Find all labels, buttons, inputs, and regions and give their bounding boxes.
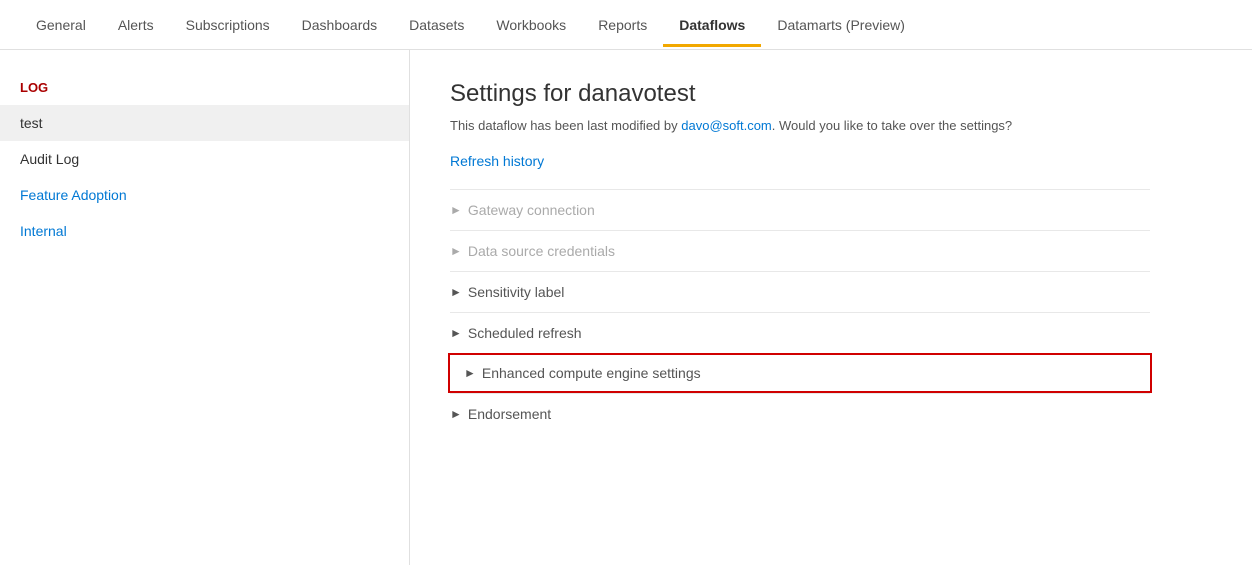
subtitle-before-link: This dataflow has been last modified by [450, 118, 681, 133]
tab-datamarts[interactable]: Datamarts (Preview) [761, 3, 921, 47]
section-datasource[interactable]: ► Data source credentials [450, 230, 1150, 271]
tab-alerts[interactable]: Alerts [102, 3, 170, 47]
enhanced-arrow-icon: ► [464, 366, 476, 380]
main-content: Settings for danavotest This dataflow ha… [410, 50, 1252, 565]
sidebar-item-internal[interactable]: Internal [0, 213, 409, 249]
tab-dataflows[interactable]: Dataflows [663, 3, 761, 47]
tab-reports[interactable]: Reports [582, 3, 663, 47]
sensitivity-arrow-icon: ► [450, 285, 462, 299]
section-sensitivity[interactable]: ► Sensitivity label [450, 271, 1150, 312]
sensitivity-label: Sensitivity label [468, 284, 565, 300]
tab-subscriptions[interactable]: Subscriptions [170, 3, 286, 47]
scheduled-arrow-icon: ► [450, 326, 462, 340]
endorsement-label: Endorsement [468, 406, 551, 422]
top-navigation: General Alerts Subscriptions Dashboards … [0, 0, 1252, 50]
sidebar-item-test[interactable]: test [0, 105, 409, 141]
sections-container: ► Gateway connection ► Data source crede… [450, 189, 1150, 434]
section-endorsement[interactable]: ► Endorsement [450, 393, 1150, 434]
tab-datasets[interactable]: Datasets [393, 3, 480, 47]
subtitle: This dataflow has been last modified by … [450, 118, 1212, 133]
sidebar: LOG test Audit Log Feature Adoption Inte… [0, 50, 410, 565]
gateway-label: Gateway connection [468, 202, 595, 218]
sidebar-item-feature-adoption[interactable]: Feature Adoption [0, 177, 409, 213]
sidebar-item-log[interactable]: LOG [0, 70, 409, 105]
enhanced-label: Enhanced compute engine settings [482, 365, 701, 381]
page-layout: LOG test Audit Log Feature Adoption Inte… [0, 50, 1252, 565]
subtitle-email-link[interactable]: davo@soft.com [681, 118, 772, 133]
sidebar-item-audit-log[interactable]: Audit Log [0, 141, 409, 177]
datasource-label: Data source credentials [468, 243, 615, 259]
tab-general[interactable]: General [20, 3, 102, 47]
tab-workbooks[interactable]: Workbooks [480, 3, 582, 47]
datasource-arrow-icon: ► [450, 244, 462, 258]
section-gateway[interactable]: ► Gateway connection [450, 189, 1150, 230]
endorsement-arrow-icon: ► [450, 407, 462, 421]
tab-dashboards[interactable]: Dashboards [286, 3, 394, 47]
section-enhanced-compute[interactable]: ► Enhanced compute engine settings [448, 353, 1152, 393]
section-scheduled-refresh[interactable]: ► Scheduled refresh [450, 312, 1150, 353]
refresh-history-link[interactable]: Refresh history [450, 153, 544, 169]
page-title: Settings for danavotest [450, 80, 1212, 108]
scheduled-label: Scheduled refresh [468, 325, 582, 341]
gateway-arrow-icon: ► [450, 203, 462, 217]
subtitle-after-link: . Would you like to take over the settin… [772, 118, 1012, 133]
